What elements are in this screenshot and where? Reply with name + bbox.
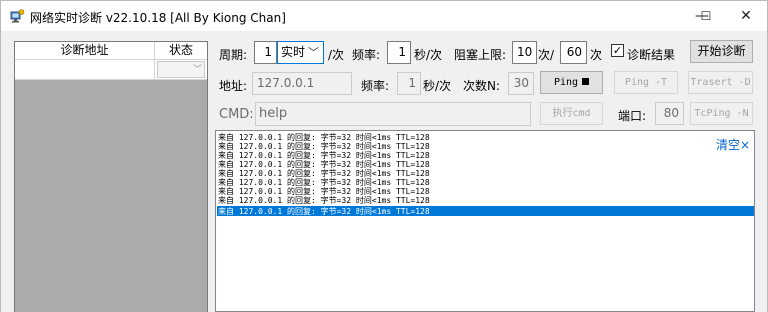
list-item[interactable]: ﹀	[15, 60, 207, 80]
close-button[interactable]: ✕	[723, 1, 768, 31]
period-label: 周期:	[219, 48, 248, 62]
ping-button-label: Ping	[553, 77, 579, 88]
address-list[interactable]: 诊断地址 状态 ﹀	[14, 41, 208, 312]
diag-result-checkbox[interactable]: ✓	[611, 44, 624, 57]
period-unit-value: 实时	[281, 45, 306, 59]
output-console[interactable]: 来自 127.0.0.1 的回复: 字节=32 时间<1ms TTL=128 来…	[215, 130, 755, 312]
output-line[interactable]: 来自 127.0.0.1 的回复: 字节=32 时间<1ms TTL=128	[218, 142, 430, 151]
diag-result-label: 诊断结果	[627, 48, 676, 62]
stop-icon	[582, 78, 590, 85]
output-line-selected[interactable]: 来自 127.0.0.1 的回复: 字节=32 时间<1ms TTL=128	[218, 207, 430, 216]
ping-button[interactable]: Ping	[540, 71, 603, 94]
maximize-button[interactable]: ☐	[684, 1, 728, 31]
exec-cmd-button[interactable]: 执行cmd	[540, 102, 603, 125]
cmd-input[interactable]: help	[255, 102, 531, 126]
block-limit-label: 阻塞上限:	[454, 48, 507, 62]
output-line[interactable]: 来自 127.0.0.1 的回复: 字节=32 时间<1ms TTL=128	[218, 187, 430, 196]
app-icon	[9, 8, 25, 24]
address-input[interactable]: 127.0.0.1	[252, 72, 352, 95]
output-line[interactable]: 来自 127.0.0.1 的回复: 字节=32 时间<1ms TTL=128	[218, 160, 430, 169]
chevron-down-icon: ﹀	[192, 65, 202, 75]
frequency-label: 频率:	[352, 48, 381, 62]
block-limit-unit: 次	[590, 48, 603, 62]
output-line[interactable]: 来自 127.0.0.1 的回复: 字节=32 时间<1ms TTL=128	[218, 151, 430, 160]
checkmark-icon: ✓	[612, 44, 623, 57]
block-limit-count-input[interactable]: 10	[512, 41, 537, 64]
period-unit-select[interactable]: 实时 ﹀	[277, 41, 324, 64]
output-line[interactable]: 来自 127.0.0.1 的回复: 字节=32 时间<1ms TTL=128	[218, 178, 430, 187]
period-input[interactable]: 1	[254, 41, 277, 64]
tracert-button[interactable]: Trasert -D	[688, 71, 753, 94]
window-title: 网络实时诊断 v22.10.18 [All By Kiong Chan]	[30, 11, 286, 25]
output-line[interactable]: 来自 127.0.0.1 的回复: 字节=32 时间<1ms TTL=128	[218, 133, 430, 142]
count-input[interactable]: 30	[508, 72, 534, 95]
close-icon: ✕	[740, 8, 752, 24]
maximize-icon: ☐	[700, 9, 712, 23]
status-dropdown[interactable]: ﹀	[157, 61, 205, 78]
start-diagnosis-button[interactable]: 开始诊断	[690, 40, 753, 63]
frequency-input[interactable]: 1	[387, 41, 411, 64]
output-line[interactable]: 来自 127.0.0.1 的回复: 字节=32 时间<1ms TTL=128	[218, 169, 430, 178]
port-label: 端口:	[618, 109, 647, 123]
port-input[interactable]: 80	[655, 102, 684, 125]
address-cell[interactable]	[15, 60, 155, 79]
per-time-label: /次	[328, 48, 345, 62]
block-limit-input[interactable]: 60	[560, 41, 587, 64]
block-limit-slash: 次/	[538, 48, 555, 62]
clear-output-link[interactable]: 清空×	[716, 136, 750, 153]
frequency-unit: 秒/次	[414, 48, 443, 62]
address-label: 地址:	[219, 79, 248, 93]
ping-t-button[interactable]: Ping -T	[614, 71, 678, 94]
column-header-status[interactable]: 状态	[155, 42, 207, 60]
title-bar: 网络实时诊断 v22.10.18 [All By Kiong Chan] — ☐…	[0, 0, 768, 31]
count-label: 次数N:	[463, 79, 501, 93]
ping-frequency-label: 频率:	[361, 79, 390, 93]
ping-frequency-unit: 秒/次	[423, 79, 452, 93]
ping-frequency-input[interactable]: 1	[397, 72, 421, 95]
cmd-label: CMD:	[219, 107, 254, 122]
column-header-address[interactable]: 诊断地址	[15, 42, 155, 60]
chevron-down-icon: ﹀	[308, 46, 319, 59]
tcping-button[interactable]: TcPing -N	[690, 102, 753, 125]
output-line[interactable]: 来自 127.0.0.1 的回复: 字节=32 时间<1ms TTL=128	[218, 196, 430, 205]
address-list-header: 诊断地址 状态	[15, 42, 207, 60]
